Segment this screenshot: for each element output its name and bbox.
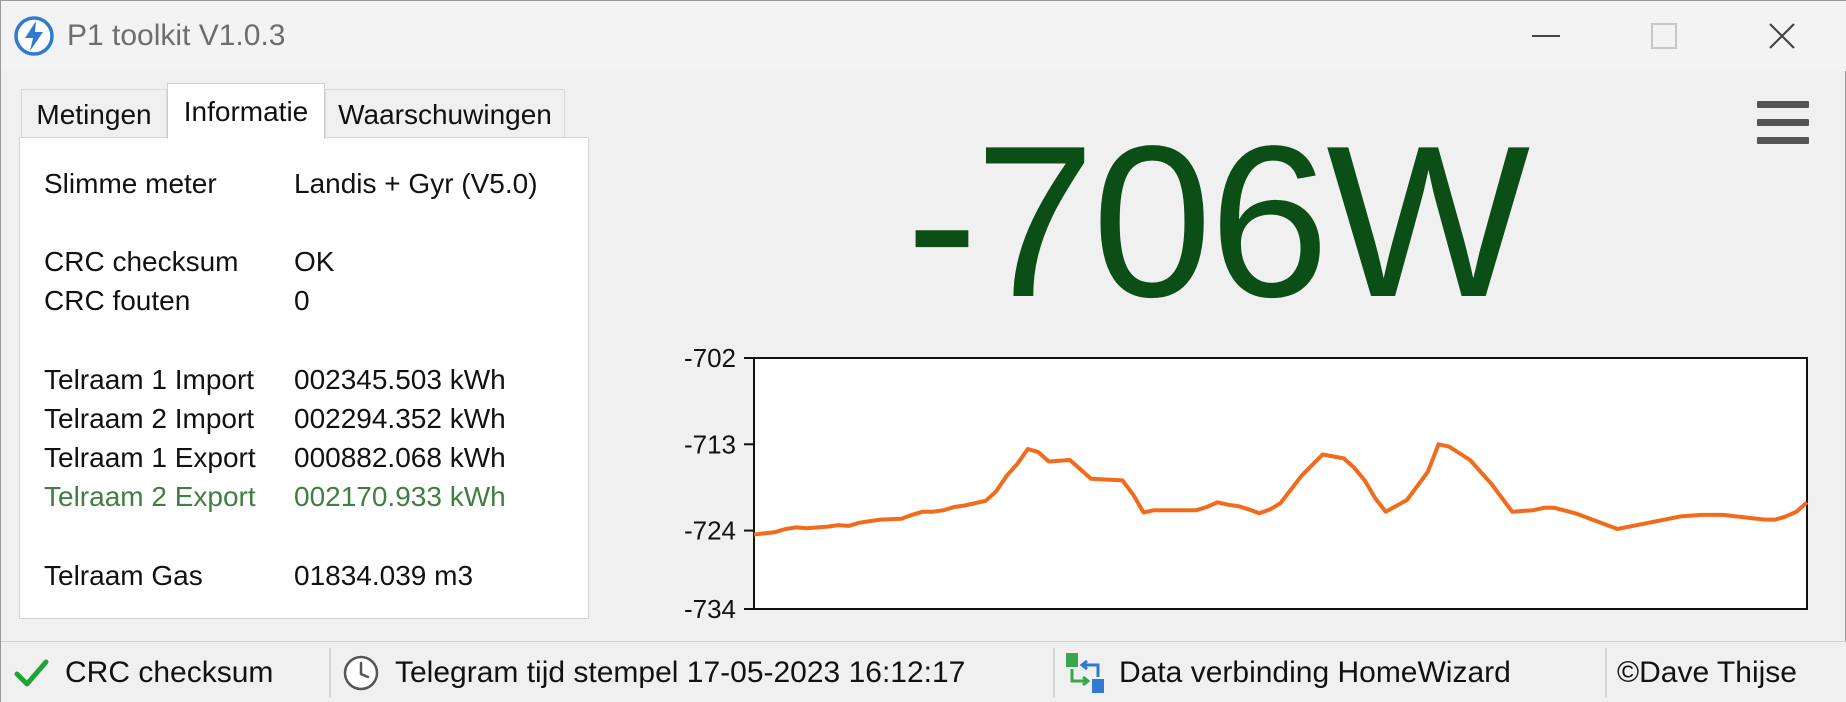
- tab-waarschuwingen[interactable]: Waarschuwingen: [325, 89, 565, 139]
- status-separator: [1605, 648, 1607, 698]
- minimize-button[interactable]: [1487, 1, 1605, 71]
- info-value: Landis + Gyr (V5.0): [294, 168, 538, 199]
- chart-plot-area: [753, 357, 1808, 610]
- info-row-t2-export: Telraam 2 Export 002170.933 kWh: [20, 477, 588, 517]
- lightning-app-icon: [14, 16, 54, 56]
- hamburger-menu-icon[interactable]: [1757, 101, 1809, 145]
- info-row-crc-checksum: CRC checksum OK: [20, 242, 588, 282]
- info-row-gas: Telraam Gas 01834.039 m3: [20, 556, 588, 596]
- info-label: Telraam 1 Import: [44, 364, 255, 395]
- status-author: ©Dave Thijse: [1617, 642, 1797, 702]
- info-value: OK: [294, 246, 335, 277]
- power-reading: -706W: [906, 100, 1530, 342]
- close-button[interactable]: [1723, 1, 1841, 71]
- info-row-meter: Slimme meter Landis + Gyr (V5.0): [20, 164, 588, 204]
- info-row-t1-export: Telraam 1 Export 000882.068 kWh: [20, 438, 588, 478]
- close-icon: [1769, 23, 1795, 49]
- power-history-chart: -702 -713 -724 -734: [684, 343, 1809, 621]
- y-axis-tick-label: -734: [684, 594, 736, 621]
- status-timestamp-text: Telegram tijd stempel 17-05-2023 16:12:1…: [395, 656, 966, 689]
- app-window: P1 toolkit V1.0.3 Metingen Informatie Wa…: [0, 0, 1846, 702]
- data-transfer-icon: [1063, 651, 1107, 695]
- window-title: P1 toolkit V1.0.3: [67, 19, 286, 52]
- status-crc-text: CRC checksum: [65, 656, 274, 689]
- status-author-text: ©Dave Thijse: [1617, 656, 1797, 689]
- title-bar: P1 toolkit V1.0.3: [1, 1, 1846, 71]
- info-value: 002345.503 kWh: [294, 364, 506, 395]
- y-axis-tick-label: -702: [684, 343, 736, 373]
- info-label: Slimme meter: [44, 168, 217, 199]
- info-value: 01834.039 m3: [294, 560, 474, 591]
- status-separator: [1053, 648, 1055, 698]
- info-label: Telraam 2 Export: [44, 481, 256, 512]
- info-value: 002170.933 kWh: [294, 481, 506, 512]
- info-value: 000882.068 kWh: [294, 442, 506, 473]
- info-label: Telraam 2 Import: [44, 403, 255, 434]
- y-axis-tick-label: -713: [684, 429, 736, 459]
- maximize-button[interactable]: [1605, 1, 1723, 71]
- tab-informatie[interactable]: Informatie: [167, 83, 325, 139]
- info-label: CRC checksum: [44, 246, 239, 277]
- info-panel: Slimme meter Landis + Gyr (V5.0) CRC che…: [19, 137, 589, 619]
- status-separator: [329, 648, 331, 698]
- status-crc: CRC checksum: [9, 642, 273, 702]
- tab-metingen[interactable]: Metingen: [21, 89, 167, 139]
- info-label: Telraam 1 Export: [44, 442, 256, 473]
- info-label: Telraam Gas: [44, 560, 203, 591]
- status-connection: Data verbinding HomeWizard: [1063, 642, 1511, 702]
- clock-icon: [339, 651, 383, 695]
- y-axis-tick-label: -724: [684, 516, 736, 546]
- status-bar: CRC checksum Telegram tijd stempel 17-05…: [1, 641, 1846, 702]
- checkmark-icon: [9, 651, 53, 695]
- maximize-icon: [1651, 23, 1677, 49]
- status-timestamp: Telegram tijd stempel 17-05-2023 16:12:1…: [339, 642, 965, 702]
- info-label: CRC fouten: [44, 285, 191, 316]
- info-value: 0: [294, 285, 310, 316]
- minimize-icon: [1532, 35, 1560, 37]
- info-row-t2-import: Telraam 2 Import 002294.352 kWh: [20, 399, 588, 439]
- status-connection-text: Data verbinding HomeWizard: [1119, 656, 1511, 689]
- info-value: 002294.352 kWh: [294, 403, 506, 434]
- info-row-crc-errors: CRC fouten 0: [20, 281, 588, 321]
- info-row-t1-import: Telraam 1 Import 002345.503 kWh: [20, 360, 588, 400]
